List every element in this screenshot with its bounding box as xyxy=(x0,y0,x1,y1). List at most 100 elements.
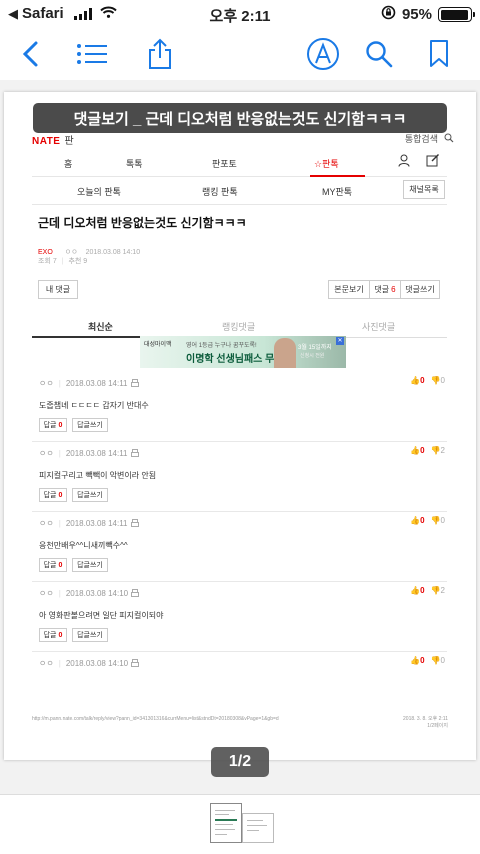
reply-count: 0 xyxy=(58,631,63,639)
write-comment-button[interactable]: 댓글쓰기 xyxy=(400,280,440,299)
downvote-count: 2 xyxy=(440,586,445,595)
post-recommend: 추천 9 xyxy=(68,258,88,265)
upvote-count: 0 xyxy=(420,656,425,665)
upvote-count: 0 xyxy=(420,516,425,525)
orientation-lock-icon xyxy=(381,5,396,24)
search-icon[interactable] xyxy=(361,36,397,72)
comment-row: ㅇㅇ | 2018.03.08 14:11 👍0 👎0 응천만배우^^니새끼빽수^^ 답글 0… xyxy=(32,512,447,582)
site-search-icon[interactable] xyxy=(444,130,454,148)
reply-button[interactable]: 답글 0 xyxy=(39,628,67,642)
comment-row: ㅇㅇ | 2018.03.08 14:11 👍0 👎0 도줍챔녜 ㄷㄷㄷㄷ 갑자기 반대수… xyxy=(32,372,447,442)
footer-url: http://m.pann.nate.com/talk/reply/view?p… xyxy=(32,716,279,722)
reply-label: 답글 xyxy=(43,422,57,429)
user-icon[interactable] xyxy=(398,154,410,172)
back-chevron-icon[interactable] xyxy=(12,36,48,72)
comment-votes: 👍0 👎0 xyxy=(410,516,445,525)
comment-votes: 👍0 👎0 xyxy=(410,656,445,665)
comment-nick: ㅇㅇ xyxy=(39,589,54,598)
downvote-button[interactable]: 👎2 xyxy=(431,586,445,595)
comment-count-button[interactable]: 댓글 6 xyxy=(369,280,401,299)
post-title: 근데 디오처럼 반응없는것도 신기함ㅋㅋㅋ xyxy=(38,216,247,230)
reply-count: 0 xyxy=(58,421,63,429)
write-icon[interactable] xyxy=(426,153,440,172)
nav-today-talk[interactable]: 오늘의 판톡 xyxy=(77,185,121,198)
post-stats: 조회 7 | 추천 9 xyxy=(38,258,88,265)
downvote-count: 0 xyxy=(440,516,445,525)
write-reply-button[interactable]: 답글쓰기 xyxy=(72,628,108,642)
report-icon[interactable] xyxy=(131,658,140,669)
report-icon[interactable] xyxy=(130,518,139,529)
reply-button[interactable]: 답글 0 xyxy=(39,558,67,572)
reply-button[interactable]: 답글 0 xyxy=(39,488,67,502)
write-reply-button[interactable]: 답글쓰기 xyxy=(72,558,108,572)
downvote-count: 0 xyxy=(440,376,445,385)
footer-page: 1/2페이지 xyxy=(427,723,448,729)
tab-photo[interactable]: 사진댓글 xyxy=(362,320,395,333)
page-thumbnail-2[interactable] xyxy=(242,813,274,843)
ad-line1: 영어 1등급 누구나 꿈꾸도록! xyxy=(186,343,257,349)
downvote-count: 2 xyxy=(440,446,445,455)
ad-close-icon[interactable]: ✕ xyxy=(336,337,344,345)
secondary-nav: 오늘의 판톡 랭킹 판톡 MY판톡 채널목록 xyxy=(32,178,447,204)
markup-icon[interactable] xyxy=(305,36,341,72)
upvote-button[interactable]: 👍0 xyxy=(410,376,424,385)
downvote-button[interactable]: 👎0 xyxy=(431,516,445,525)
comment-count-label: 댓글 xyxy=(374,285,390,294)
upvote-count: 0 xyxy=(420,446,425,455)
downvote-button[interactable]: 👎0 xyxy=(431,656,445,665)
downvote-button[interactable]: 👎0 xyxy=(431,376,445,385)
nav-pann-talk[interactable]: ☆판톡 xyxy=(314,157,339,170)
comment-meta: ㅇㅇ | 2018.03.08 14:11 xyxy=(39,518,139,529)
upvote-count: 0 xyxy=(420,376,425,385)
nav-toktok[interactable]: 톡톡 xyxy=(126,157,143,170)
nav-ranking-talk[interactable]: 랭킹 판톡 xyxy=(202,185,238,198)
reply-label: 답글 xyxy=(43,562,57,569)
comment-row: ㅇㅇ | 2018.03.08 14:11 👍0 👎2 피지컬구리고 빽빽이 악변이라 안… xyxy=(32,442,447,512)
post-channel[interactable]: EXO xyxy=(38,249,53,256)
report-icon[interactable] xyxy=(130,378,139,389)
report-icon[interactable] xyxy=(130,448,139,459)
write-reply-button[interactable]: 답글쓰기 xyxy=(72,418,108,432)
comment-row: ㅇㅇ | 2018.03.08 14:10 👍0 👎0 xyxy=(32,652,447,722)
nav-my-talk[interactable]: MY판톡 xyxy=(322,185,352,198)
upvote-button[interactable]: 👍0 xyxy=(410,586,424,595)
battery-percent: 95% xyxy=(401,6,432,23)
list-icon[interactable] xyxy=(74,36,110,72)
thumbnail-strip xyxy=(0,794,480,854)
reply-button[interactable]: 답글 0 xyxy=(39,418,67,432)
downvote-button[interactable]: 👎2 xyxy=(431,446,445,455)
pdf-toolbar xyxy=(0,28,480,80)
comment-date: 2018.03.08 14:10 xyxy=(65,589,129,598)
page-thumbnail-1[interactable] xyxy=(210,803,242,843)
upvote-button[interactable]: 👍0 xyxy=(410,516,424,525)
pdf-page[interactable]: NATE 판 통합검색 홈 톡톡 판포토 ☆판톡 오늘의 판톡 랭킹 판톡 MY판… xyxy=(4,92,476,760)
tab-ranking[interactable]: 랭킹댓글 xyxy=(222,320,255,333)
comment-text: 도줍챔녜 ㄷㄷㄷㄷ 갑자기 반대수 xyxy=(39,401,149,410)
upvote-button[interactable]: 👍0 xyxy=(410,656,424,665)
logo-text: NATE xyxy=(32,136,61,147)
battery-icon xyxy=(438,7,475,22)
ad-banner[interactable]: 대성마이맥 영어 1등급 누구나 꿈꾸도록! 이명학 선생님패스 무료 3월 1… xyxy=(140,336,346,368)
document-title-overlay: 댓글보기 _ 근데 디오처럼 반응없는것도 신기함ㅋㅋㅋ xyxy=(33,103,447,133)
reply-count: 0 xyxy=(58,561,63,569)
comment-meta: ㅇㅇ | 2018.03.08 14:11 xyxy=(39,448,139,459)
share-icon[interactable] xyxy=(142,36,178,72)
unified-search-link[interactable]: 통합검색 xyxy=(405,132,438,145)
my-comment-button[interactable]: 내 댓글 xyxy=(38,280,78,299)
upvote-button[interactable]: 👍0 xyxy=(410,446,424,455)
comment-votes: 👍0 👎0 xyxy=(410,376,445,385)
write-reply-button[interactable]: 답글쓰기 xyxy=(72,488,108,502)
comment-text: 응천만배우^^니새끼빽수^^ xyxy=(39,541,128,550)
tab-latest[interactable]: 최신순 xyxy=(88,320,113,333)
bookmark-icon[interactable] xyxy=(421,36,457,72)
comment-meta: ㅇㅇ | 2018.03.08 14:10 xyxy=(39,588,140,599)
nav-pann-photo[interactable]: 판포토 xyxy=(212,157,237,170)
comment-nick: ㅇㅇ xyxy=(39,519,54,528)
page-indicator: 1/2 xyxy=(211,747,269,777)
nav-home[interactable]: 홈 xyxy=(64,157,72,170)
channel-list-button[interactable]: 채널목록 xyxy=(403,180,445,199)
report-icon[interactable] xyxy=(131,588,140,599)
post-views: 조회 7 xyxy=(38,258,57,265)
view-original-button[interactable]: 본문보기 xyxy=(328,280,370,299)
post-date: 2018.03.08 14:10 xyxy=(85,249,141,256)
